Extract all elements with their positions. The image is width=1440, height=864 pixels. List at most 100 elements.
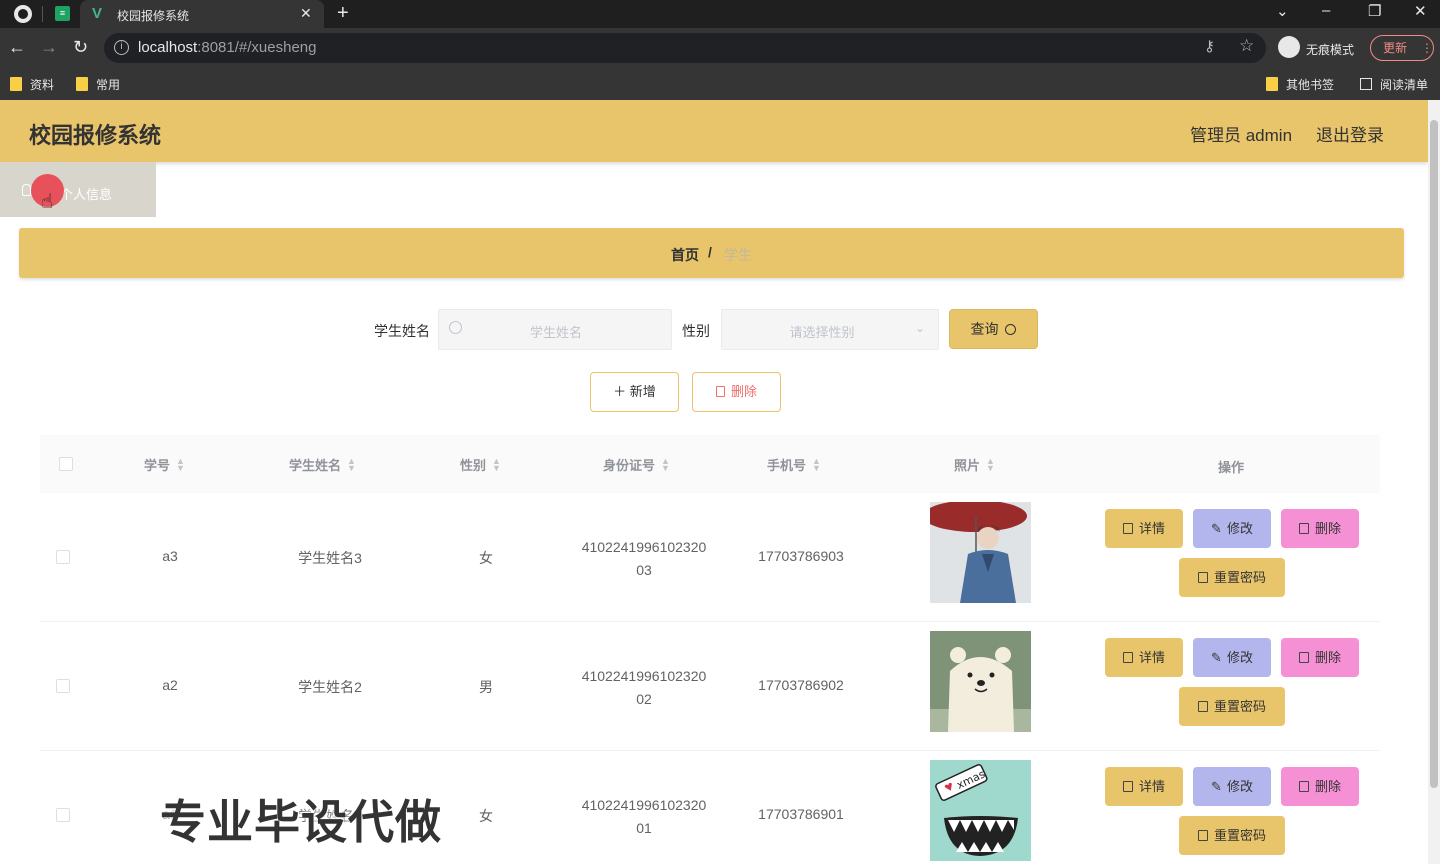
edit-button[interactable]: ✎ 修改: [1193, 767, 1271, 806]
sort-icon[interactable]: ▲ ▼: [812, 457, 821, 473]
update-button[interactable]: 更新 ⋮: [1370, 35, 1434, 61]
bookmark-folder-ziliao[interactable]: 资料: [10, 76, 54, 93]
sidebar-item-profile[interactable]: 个人信息 ☝: [0, 162, 156, 217]
document-icon: [1197, 701, 1208, 712]
detail-button[interactable]: 详情: [1105, 638, 1183, 677]
delete-button[interactable]: 删除: [1281, 638, 1359, 677]
photo-polar-bear-image: [930, 631, 1031, 732]
site-info-icon[interactable]: i: [114, 40, 129, 55]
reading-list[interactable]: 阅读清单: [1360, 76, 1428, 93]
trash-icon: [1298, 652, 1309, 663]
reset-password-button[interactable]: 重置密码: [1179, 816, 1285, 855]
other-bookmarks[interactable]: 其他书签: [1266, 76, 1334, 93]
sort-icon[interactable]: ▲ ▼: [347, 457, 356, 473]
document-icon: [1197, 830, 1208, 841]
cell-id-card: 4102241996102320 02: [581, 668, 707, 707]
document-icon: [1122, 652, 1133, 663]
browser-menu-icon[interactable]: [14, 5, 32, 23]
detail-button[interactable]: 详情: [1105, 767, 1183, 806]
col-header-name[interactable]: 学生姓名 ▲ ▼: [289, 455, 356, 474]
reset-password-button[interactable]: 重置密码: [1179, 687, 1285, 726]
tab-search-chevron-icon[interactable]: ⌄: [1276, 2, 1289, 20]
scrollbar-thumb[interactable]: [1430, 120, 1438, 788]
chevron-down-icon: ⌄: [915, 321, 926, 335]
row-checkbox[interactable]: [56, 679, 70, 693]
logout-button[interactable]: 退出登录: [1316, 121, 1384, 146]
query-button[interactable]: 查询: [949, 309, 1038, 349]
pencil-icon: ✎: [1211, 521, 1222, 536]
select-all-checkbox[interactable]: [59, 457, 73, 471]
new-tab-icon[interactable]: +: [337, 2, 349, 25]
app-title: 校园报修系统: [29, 123, 162, 148]
gender-placeholder: 请选择性别: [789, 325, 855, 340]
sort-icon[interactable]: ▲ ▼: [661, 457, 670, 473]
user-icon: [22, 184, 31, 196]
add-button[interactable]: ＋ 新增: [590, 372, 679, 412]
cell-gender: 男: [479, 679, 493, 695]
cell-name: 学生姓名2: [298, 679, 362, 695]
page-scrollbar[interactable]: [1428, 100, 1440, 864]
breadcrumb-home[interactable]: 首页: [671, 245, 699, 265]
delete-button[interactable]: 删除: [1281, 767, 1359, 806]
batch-delete-button[interactable]: 删除: [692, 372, 781, 412]
restore-icon[interactable]: ❐: [1368, 2, 1381, 20]
cell-name: 学生姓名3: [298, 550, 362, 566]
window-close-icon[interactable]: ✕: [1414, 2, 1427, 20]
detail-button[interactable]: 详情: [1105, 509, 1183, 548]
col-header-student-no[interactable]: 学号 ▲ ▼: [144, 455, 185, 474]
url-field[interactable]: i localhost:8081/#/xuesheng ⚷ ☆: [104, 33, 1266, 63]
sidebar-item-label: 个人信息: [60, 187, 113, 202]
name-search-input[interactable]: 学生姓名: [438, 309, 672, 350]
folder-icon: [10, 77, 22, 91]
tab-title: 校园报修系统: [117, 9, 190, 23]
reset-password-button[interactable]: 重置密码: [1179, 558, 1285, 597]
search-icon: [1005, 324, 1017, 335]
bookmark-star-icon[interactable]: ☆: [1239, 36, 1254, 56]
active-tab[interactable]: V 校园报修系统 ✕: [80, 0, 324, 28]
browser-tab-bar: ≡ V 校园报修系统 ✕ + ⌄ – ❐ ✕: [0, 0, 1440, 28]
cell-phone: 17703786902: [758, 677, 844, 693]
cell-student-no: a2: [162, 677, 178, 693]
cell-phone: 17703786901: [758, 806, 844, 822]
row-checkbox[interactable]: [56, 550, 70, 564]
bookmark-folder-changyong[interactable]: 常用: [76, 76, 120, 93]
cell-gender: 女: [479, 808, 493, 824]
student-photo: [930, 631, 1031, 732]
photo-man-umbrella-image: [930, 502, 1031, 603]
breadcrumb-separator: /: [708, 244, 712, 260]
col-header-phone[interactable]: 手机号 ▲ ▼: [767, 455, 821, 474]
close-tab-icon[interactable]: ✕: [300, 5, 312, 22]
sort-icon[interactable]: ▲ ▼: [176, 457, 185, 473]
incognito-label: 无痕模式: [1306, 43, 1355, 57]
student-photo: xmas: [930, 760, 1031, 861]
cell-student-no: a3: [162, 548, 178, 564]
gender-select[interactable]: 请选择性别 ⌄: [721, 309, 939, 350]
table-header: 学号 ▲ ▼ 学生姓名 ▲ ▼ 性别 ▲ ▼ 身份证号 ▲ ▼ 手机号 ▲ ▼ 照片 ▲ ▼ 操作: [40, 435, 1380, 493]
incognito-icon[interactable]: [1278, 36, 1300, 58]
password-key-icon[interactable]: ⚷: [1204, 37, 1215, 55]
back-icon[interactable]: ←: [8, 37, 26, 58]
edit-button[interactable]: ✎ 修改: [1193, 509, 1271, 548]
student-photo: [930, 502, 1031, 603]
delete-button[interactable]: 删除: [1281, 509, 1359, 548]
url-text: localhost:8081/#/xuesheng: [138, 39, 317, 56]
hand-cursor-icon: ☝: [41, 191, 54, 213]
name-search-placeholder: 学生姓名: [529, 325, 582, 340]
breadcrumb: 首页 / 学生: [19, 228, 1404, 278]
folder-icon: [76, 77, 88, 91]
row-checkbox[interactable]: [56, 808, 70, 822]
minimize-icon[interactable]: –: [1322, 2, 1330, 19]
col-header-photo[interactable]: 照片 ▲ ▼: [954, 455, 995, 474]
sort-icon[interactable]: ▲ ▼: [986, 457, 995, 473]
reload-icon[interactable]: ↻: [73, 37, 88, 58]
cell-phone: 17703786903: [758, 548, 844, 564]
app-root: 校园报修系统 管理员 admin 退出登录 个人信息 ☝ 首页 / 学生 学生姓…: [0, 100, 1428, 864]
document-icon: [1197, 572, 1208, 583]
col-header-id-card[interactable]: 身份证号 ▲ ▼: [603, 455, 670, 474]
edit-button[interactable]: ✎ 修改: [1193, 638, 1271, 677]
forward-icon[interactable]: →: [40, 37, 58, 58]
col-header-gender[interactable]: 性别 ▲ ▼: [460, 455, 501, 474]
cell-gender: 女: [479, 550, 493, 566]
spreadsheet-tab-icon[interactable]: ≡: [55, 6, 70, 21]
sort-icon[interactable]: ▲ ▼: [492, 457, 501, 473]
